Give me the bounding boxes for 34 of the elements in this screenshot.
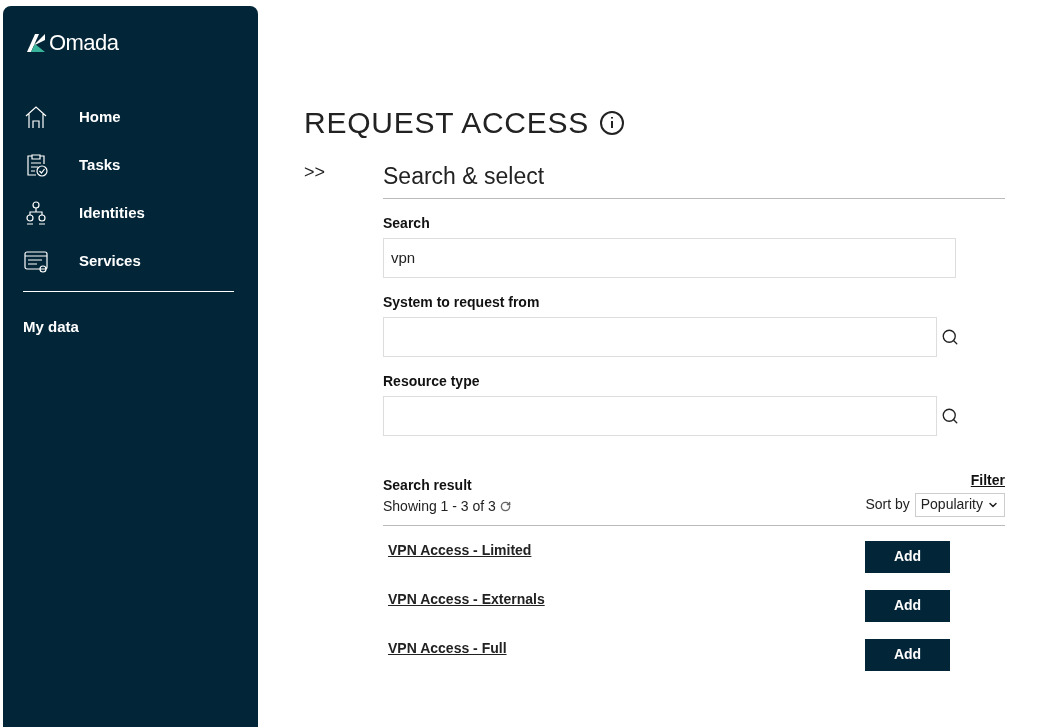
- nav-item[interactable]: My data: [23, 312, 238, 343]
- search-icon[interactable]: [941, 406, 959, 425]
- browser-window-icon: [23, 248, 49, 274]
- logo-text: Omada: [49, 29, 119, 57]
- sort-label: Sort by: [865, 495, 910, 514]
- search-icon[interactable]: [941, 327, 959, 346]
- field-label: System to request from: [383, 292, 541, 312]
- info-icon[interactable]: [599, 109, 626, 136]
- add-button[interactable]: Add: [865, 589, 950, 622]
- org-chart-icon: [23, 200, 49, 226]
- sort-dropdown[interactable]: Popularity: [914, 492, 1005, 517]
- nav-item[interactable]: Tasks: [23, 141, 238, 189]
- input-field[interactable]: vpn: [383, 237, 956, 278]
- result-link[interactable]: VPN Access - Limited: [388, 539, 532, 573]
- nav-item[interactable]: Home: [23, 93, 238, 141]
- input-field[interactable]: [383, 316, 937, 357]
- logo-icon: [25, 31, 47, 54]
- collapse-toggle[interactable]: >>: [304, 159, 383, 186]
- field-label: Search: [383, 213, 431, 233]
- add-button[interactable]: Add: [865, 638, 950, 671]
- results-title: Search result: [383, 475, 473, 495]
- result-link[interactable]: VPN Access - Full: [388, 637, 507, 671]
- filter-link[interactable]: Filter: [970, 469, 1005, 491]
- add-button[interactable]: Add: [865, 540, 950, 573]
- input-field[interactable]: [383, 395, 937, 436]
- results-count: Showing 1 - 3 of 3: [383, 496, 496, 516]
- section-title: Search & select: [383, 159, 1005, 199]
- page-title: REQUEST ACCESS: [304, 105, 590, 141]
- nav-item[interactable]: Identities: [23, 189, 238, 237]
- nav-item[interactable]: Services: [23, 237, 238, 285]
- refresh-icon[interactable]: [499, 500, 511, 512]
- field-label: Resource type: [383, 371, 481, 391]
- result-link[interactable]: VPN Access - Externals: [388, 588, 545, 622]
- house-icon: [23, 104, 49, 130]
